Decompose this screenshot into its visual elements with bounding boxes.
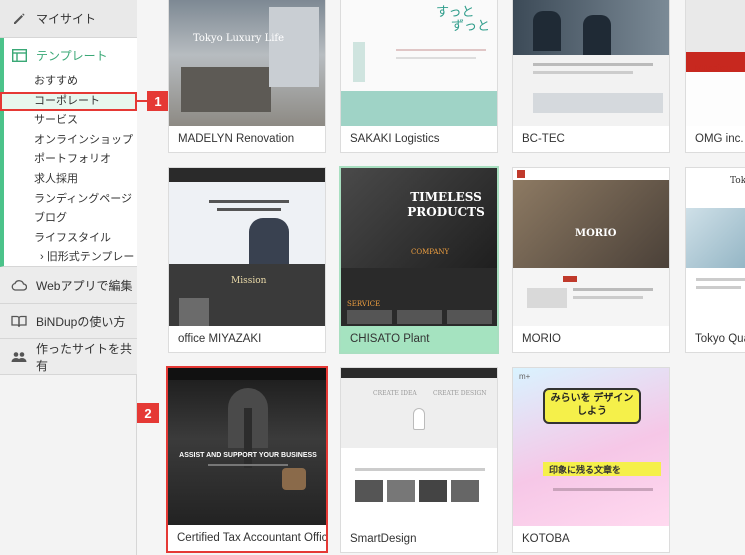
thumb-title: みらいを デザインしよう bbox=[550, 393, 634, 417]
thumb-company: COMPANY bbox=[411, 248, 450, 256]
template-card-chisato[interactable]: TIMELESS PRODUCTS COMPANY SERVICE CHISAT… bbox=[339, 166, 499, 354]
category-lifestyle[interactable]: ライフスタイル bbox=[4, 229, 137, 249]
sidebar-mysite-label: マイサイト bbox=[36, 12, 97, 26]
callout-badge-1: 1 bbox=[147, 91, 169, 111]
template-thumbnail: m+ みらいを デザインしよう 印象に残る文章を bbox=[513, 368, 669, 526]
template-name: SAKAKI Logistics bbox=[341, 126, 497, 152]
callout-badge-2: 2 bbox=[137, 403, 159, 423]
template-card-omg[interactable]: Mission OMG inc. bbox=[685, 0, 745, 153]
template-card-kotoba[interactable]: m+ みらいを デザインしよう 印象に残る文章を KOTOBA bbox=[512, 367, 670, 553]
thumb-service: SERVICE bbox=[347, 300, 381, 308]
template-name: SmartDesign bbox=[341, 526, 497, 552]
template-thumbnail: TIMELESS PRODUCTS COMPANY SERVICE bbox=[341, 168, 497, 326]
thumb-title: Tokyo bbox=[730, 176, 745, 186]
thumb-title: Tokyo Luxury Life bbox=[193, 33, 285, 44]
template-card-tokyo-quali[interactable]: Tokyo Tokyo Quali bbox=[685, 167, 745, 353]
sidebar-share[interactable]: 作ったサイトを共有 bbox=[0, 339, 137, 375]
sidebar-share-label: 作ったサイトを共有 bbox=[36, 341, 133, 373]
template-picker-window: マイサイト テンプレート おすすめ コーポレート サービス オンラインショップ … bbox=[0, 0, 745, 555]
sidebar-template-header[interactable]: テンプレート bbox=[4, 38, 137, 72]
template-icon bbox=[11, 47, 27, 63]
category-legacy-templates[interactable]: › 旧形式テンプレート bbox=[4, 248, 137, 283]
template-thumbnail: Mission bbox=[686, 0, 745, 126]
template-card-sakaki[interactable]: すっと ずっと SAKAKI Logistics bbox=[340, 0, 498, 153]
template-name: office MIYAZAKI bbox=[169, 326, 325, 352]
template-thumbnail: すっと ずっと bbox=[341, 0, 497, 91]
template-card-smartdesign[interactable]: CREATE IDEA CREATE DESIGN SmartDesign bbox=[340, 367, 498, 553]
category-service[interactable]: サービス bbox=[4, 111, 137, 131]
template-thumbnail: MORIO bbox=[513, 168, 669, 326]
sidebar-template-section: テンプレート おすすめ コーポレート サービス オンラインショップ ポートフォリ… bbox=[0, 38, 137, 283]
sidebar-template-label: テンプレート bbox=[36, 48, 108, 63]
category-corporate[interactable]: コーポレート bbox=[0, 91, 137, 112]
thumb-title: CREATE IDEA bbox=[373, 390, 417, 397]
template-card-office-miyazaki[interactable]: Mission office MIYAZAKI bbox=[168, 167, 326, 353]
template-thumbnail-band bbox=[341, 91, 497, 126]
template-thumbnail: Tokyo bbox=[686, 168, 745, 326]
template-card-certified-tax[interactable]: ASSIST AND SUPPORT YOUR BUSINESS Certifi… bbox=[166, 366, 328, 553]
thumb-title: Mission bbox=[231, 276, 267, 286]
sidebar-howto[interactable]: BiNDupの使い方 bbox=[0, 304, 137, 339]
template-thumbnail: CREATE IDEA CREATE DESIGN bbox=[341, 368, 497, 526]
category-portfolio[interactable]: ポートフォリオ bbox=[4, 150, 137, 170]
thumb-title: MORIO bbox=[575, 228, 617, 239]
callout-1-connector bbox=[135, 100, 147, 102]
sidebar: マイサイト テンプレート おすすめ コーポレート サービス オンラインショップ … bbox=[0, 0, 137, 555]
template-name: CHISATO Plant bbox=[341, 326, 497, 352]
thumb-title: ASSIST AND SUPPORT YOUR BUSINESS bbox=[179, 452, 317, 459]
template-name: Certified Tax Accountant Office bbox=[168, 525, 326, 551]
people-icon bbox=[11, 349, 27, 365]
category-landing-page[interactable]: ランディングページ bbox=[4, 190, 137, 210]
thumb-title: ずっと bbox=[451, 19, 491, 34]
thumb-title: TIMELESS PRODUCTS bbox=[407, 190, 485, 219]
sidebar-howto-label: BiNDupの使い方 bbox=[36, 314, 126, 329]
template-name: KOTOBA bbox=[513, 526, 669, 552]
sidebar-webapp[interactable]: Webアプリで編集 bbox=[0, 267, 137, 304]
template-card-madelyn[interactable]: Tokyo Luxury Life MADELYN Renovation bbox=[168, 0, 326, 153]
sidebar-mysite[interactable]: マイサイト bbox=[0, 0, 137, 38]
template-name: Tokyo Quali bbox=[686, 326, 745, 352]
category-recruit[interactable]: 求人採用 bbox=[4, 170, 137, 190]
pencil-icon bbox=[11, 11, 27, 27]
template-thumbnail: Mission bbox=[169, 168, 325, 326]
template-thumbnail bbox=[513, 0, 669, 126]
category-online-shop[interactable]: オンラインショップ bbox=[4, 131, 137, 151]
sidebar-webapp-label: Webアプリで編集 bbox=[36, 278, 133, 293]
template-name: MADELYN Renovation bbox=[169, 126, 325, 152]
template-name: MORIO bbox=[513, 326, 669, 352]
template-card-bctec[interactable]: BC-TEC bbox=[512, 0, 670, 153]
template-thumbnail: Tokyo Luxury Life bbox=[169, 0, 325, 126]
template-category-list: おすすめ コーポレート サービス オンラインショップ ポートフォリオ 求人採用 … bbox=[0, 72, 137, 283]
thumb-logo: m+ bbox=[519, 372, 531, 381]
thumb-title: Mission bbox=[694, 64, 734, 74]
template-name: BC-TEC bbox=[513, 126, 669, 152]
book-icon bbox=[11, 313, 27, 329]
category-recommended[interactable]: おすすめ bbox=[4, 72, 137, 92]
template-thumbnail: ASSIST AND SUPPORT YOUR BUSINESS bbox=[168, 368, 326, 526]
template-name: OMG inc. bbox=[686, 126, 745, 152]
cloud-icon bbox=[11, 277, 27, 293]
thumb-subtitle: CREATE DESIGN bbox=[433, 390, 487, 397]
template-card-morio[interactable]: MORIO MORIO bbox=[512, 167, 670, 353]
thumb-banner: 印象に残る文章を bbox=[549, 465, 622, 475]
category-blog[interactable]: ブログ bbox=[4, 209, 137, 229]
